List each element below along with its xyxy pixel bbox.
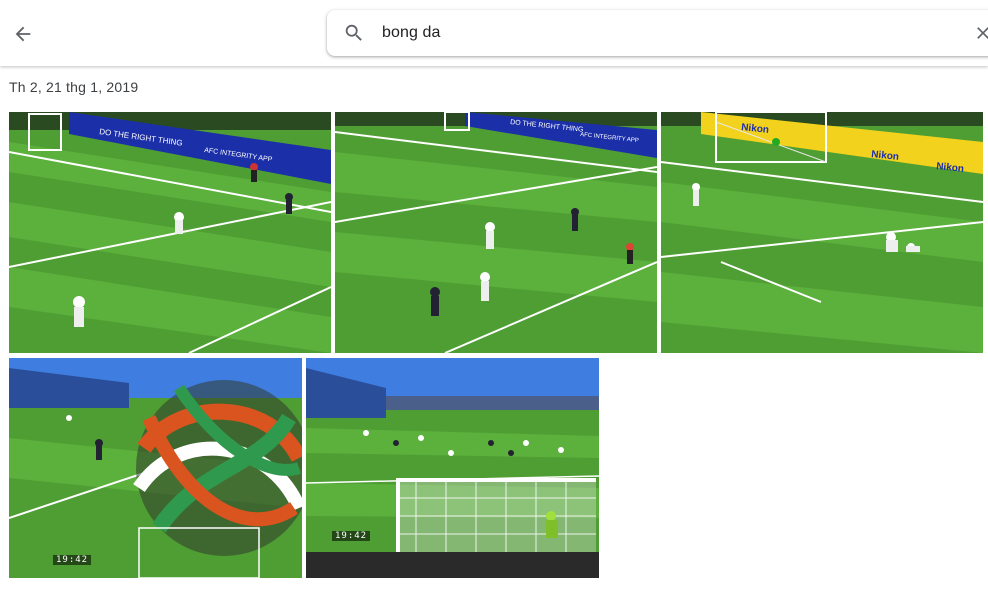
search-box[interactable]: bong da bbox=[327, 10, 988, 56]
video-timestamp: 19:42 bbox=[53, 555, 92, 565]
date-heading: Th 2, 21 thg 1, 2019 bbox=[9, 79, 139, 95]
photo-image: Nikon Nikon Nikon bbox=[661, 112, 983, 353]
photo-thumbnail-4[interactable]: 19:42 bbox=[9, 358, 302, 578]
close-icon[interactable] bbox=[973, 23, 988, 43]
photo-image: DO THE RIGHT THING AFC INTEGRITY APP bbox=[9, 112, 331, 353]
search-icon[interactable] bbox=[343, 22, 365, 44]
photo-thumbnail-5[interactable]: 19:42 bbox=[306, 358, 599, 578]
photo-image bbox=[306, 358, 599, 578]
photo-image: DO THE RIGHT THING AFC INTEGRITY APP bbox=[335, 112, 657, 353]
arrow-back-icon bbox=[15, 26, 31, 42]
search-input[interactable]: bong da bbox=[382, 24, 441, 42]
video-timestamp: 19:42 bbox=[332, 531, 371, 541]
back-button[interactable] bbox=[8, 19, 38, 49]
photo-image bbox=[9, 358, 302, 578]
photo-thumbnail-2[interactable]: DO THE RIGHT THING AFC INTEGRITY APP bbox=[335, 112, 657, 353]
top-app-bar: bong da bbox=[0, 0, 988, 66]
photo-thumbnail-3[interactable]: Nikon Nikon Nikon bbox=[661, 112, 983, 353]
photo-thumbnail-1[interactable]: DO THE RIGHT THING AFC INTEGRITY APP bbox=[9, 112, 331, 353]
